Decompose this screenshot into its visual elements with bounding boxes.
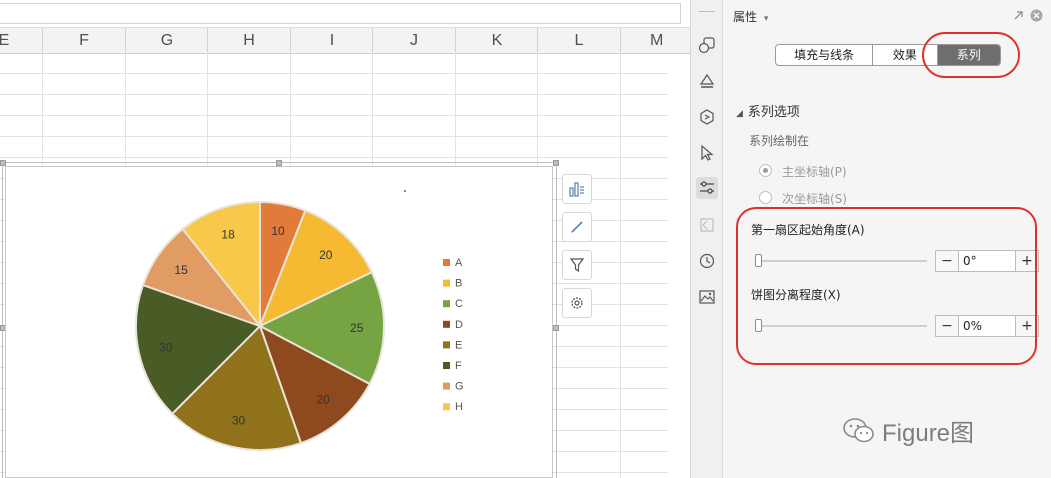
style-tool-button[interactable] bbox=[696, 106, 718, 128]
swap-icon bbox=[700, 218, 714, 232]
sidebar-icon-strip bbox=[690, 0, 723, 478]
legend-label-a[interactable]: A bbox=[455, 257, 463, 269]
column-label-g[interactable]: G bbox=[126, 28, 208, 53]
column-label-h[interactable]: H bbox=[208, 28, 290, 53]
data-label-c[interactable]: 25 bbox=[350, 321, 364, 335]
column-label-k[interactable]: K bbox=[456, 28, 538, 53]
legend-label-f[interactable]: F bbox=[455, 360, 462, 372]
watermark: Figure图 bbox=[842, 413, 974, 448]
picture-icon bbox=[699, 290, 715, 304]
chart-area[interactable]: 10 20 25 20 30 30 15 18 ABCDEFGH bbox=[5, 166, 553, 478]
plot-on-label: 系列绘制在 bbox=[749, 134, 810, 148]
column-label-m[interactable]: M bbox=[620, 28, 690, 53]
swap-tool-button[interactable] bbox=[696, 214, 718, 236]
panel-title[interactable]: 属性 ▾ bbox=[733, 8, 768, 25]
legend-label-e[interactable]: E bbox=[455, 339, 462, 351]
chart-style-icon bbox=[571, 221, 583, 233]
formula-bar[interactable] bbox=[0, 3, 681, 24]
legend-label-b[interactable]: B bbox=[455, 278, 462, 290]
legend-swatch-e bbox=[443, 341, 450, 349]
legend-swatch-h bbox=[443, 403, 450, 411]
resize-handle[interactable] bbox=[553, 325, 559, 331]
fill-tool-button[interactable] bbox=[696, 70, 718, 92]
hexagon-style-icon bbox=[700, 109, 714, 125]
column-label-f[interactable]: F bbox=[43, 28, 125, 53]
chart-style-button[interactable] bbox=[562, 212, 592, 242]
data-label-e[interactable]: 30 bbox=[232, 413, 246, 427]
chart-filter-button[interactable] bbox=[562, 250, 592, 280]
column-label-j[interactable]: J bbox=[373, 28, 455, 53]
sliders-icon bbox=[700, 181, 714, 194]
chart-elements-button[interactable] bbox=[562, 174, 592, 204]
secondary-axis-label[interactable]: 次坐标轴(S) bbox=[782, 190, 847, 207]
wechat-logo-icon bbox=[843, 417, 874, 442]
close-icon[interactable] bbox=[1030, 9, 1043, 22]
column-label-i[interactable]: I bbox=[291, 28, 373, 53]
legend-label-c[interactable]: C bbox=[455, 298, 463, 310]
column-header: E F G H I J K L M bbox=[0, 27, 690, 54]
data-label-g[interactable]: 15 bbox=[174, 263, 188, 277]
picture-button[interactable] bbox=[696, 286, 718, 308]
panel-title-text: 属性 bbox=[733, 10, 758, 24]
column-label-e[interactable]: E bbox=[0, 28, 45, 53]
spreadsheet-area: E F G H I J K L M 10 20 25 20 30 30 15 1… bbox=[0, 0, 690, 478]
chevron-down-icon[interactable]: ▾ bbox=[764, 14, 769, 24]
watermark-text: Figure图 bbox=[882, 420, 975, 447]
data-label-d[interactable]: 20 bbox=[316, 392, 330, 406]
chart-elements-icon bbox=[569, 182, 584, 197]
legend-label-d[interactable]: D bbox=[455, 319, 463, 331]
primary-axis-radio[interactable] bbox=[759, 164, 772, 177]
properties-panel: 属性 ▾ 填充与线条 效果 系列 ◢ 系列选项 系列绘制在 主坐标轴(P) 次坐标… bbox=[723, 0, 1051, 478]
selection-frame-left bbox=[2, 162, 3, 478]
selection-frame-right bbox=[556, 162, 557, 478]
highlight-ring-series-tab bbox=[922, 32, 1020, 78]
chart-filter-icon bbox=[569, 258, 585, 273]
cursor-icon bbox=[701, 144, 714, 161]
data-label-a[interactable]: 10 bbox=[271, 224, 285, 238]
legend-swatch-g bbox=[443, 382, 450, 390]
select-tool-button[interactable] bbox=[696, 142, 718, 164]
legend-swatch-a bbox=[443, 259, 450, 266]
legend-swatch-d bbox=[443, 320, 450, 328]
collapse-triangle-icon[interactable]: ◢ bbox=[736, 109, 743, 119]
section-title-text: 系列选项 bbox=[747, 105, 800, 120]
expand-arrow-icon[interactable] bbox=[1013, 10, 1024, 21]
highlight-ring-series-options bbox=[736, 207, 1037, 365]
legend-label-g[interactable]: G bbox=[455, 381, 464, 393]
legend-swatch-f bbox=[443, 362, 450, 369]
series-options-button[interactable] bbox=[696, 177, 718, 199]
stray-dot bbox=[404, 190, 406, 192]
data-label-f[interactable]: 30 bbox=[159, 341, 173, 355]
history-icon bbox=[699, 253, 715, 269]
strip-grip bbox=[699, 11, 715, 12]
legend-label-h[interactable]: H bbox=[455, 401, 463, 413]
tab-fill-line[interactable]: 填充与线条 bbox=[776, 45, 874, 65]
legend-swatch-b bbox=[443, 279, 450, 287]
column-label-l[interactable]: L bbox=[538, 28, 620, 53]
shape-tool-button[interactable] bbox=[696, 34, 718, 56]
resize-handle[interactable] bbox=[553, 160, 559, 166]
pie-chart[interactable]: 10 20 25 20 30 30 15 18 ABCDEFGH bbox=[6, 167, 552, 477]
secondary-axis-radio[interactable] bbox=[759, 191, 772, 204]
data-label-b[interactable]: 20 bbox=[319, 248, 333, 262]
legend-swatch-c bbox=[443, 300, 450, 308]
data-label-h[interactable]: 18 bbox=[221, 228, 235, 242]
chart-settings-button[interactable] bbox=[562, 288, 592, 318]
history-button[interactable] bbox=[696, 250, 718, 272]
chart-settings-icon bbox=[571, 297, 583, 309]
section-series-options[interactable]: ◢ 系列选项 bbox=[736, 101, 812, 120]
primary-axis-label[interactable]: 主坐标轴(P) bbox=[782, 163, 847, 180]
fill-icon bbox=[699, 73, 715, 88]
shapes-icon bbox=[698, 37, 715, 54]
